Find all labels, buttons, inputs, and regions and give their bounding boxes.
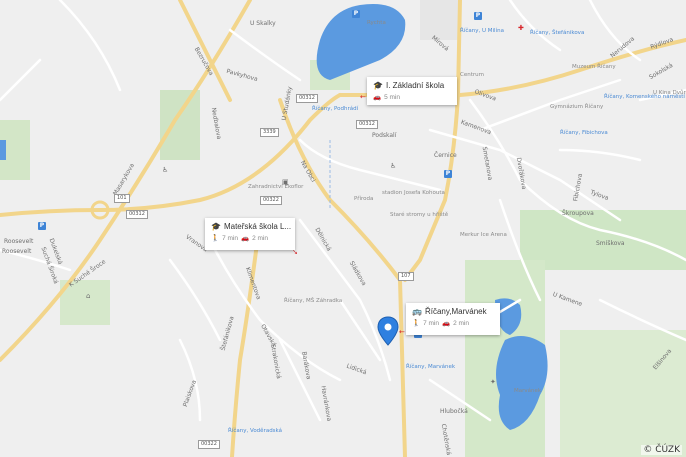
school-icon: 🎓	[211, 222, 221, 231]
poi-label: Muzeum Říčany	[572, 64, 616, 70]
accessibility-icon: ♿	[162, 166, 169, 174]
shop-icon: ▣	[282, 178, 289, 186]
house-icon: ⌂	[86, 292, 91, 300]
walk-icon: 🚶	[211, 235, 220, 242]
poi-label: Marvánek	[514, 388, 542, 394]
card-meta-row: 🚶 7 min 🚗 2 min	[412, 319, 494, 328]
bus-stop-label: Říčany, Marvánek	[406, 364, 456, 370]
card-meta-row: 🚶 7 min 🚗 2 min	[211, 234, 289, 243]
card-title: I. Základní škola	[385, 81, 445, 90]
road-shield: 101	[114, 194, 130, 203]
road-shield: 107	[398, 272, 414, 281]
travel-time: 2 min	[453, 319, 469, 327]
poi-label: Zahradnictví Ekoflor	[248, 184, 304, 190]
poi-label: stadion Josefa Kohouta	[382, 190, 445, 196]
place-card-materska-skola[interactable]: 🎓 Mateřská škola L... 🚶 7 min 🚗 2 min	[205, 218, 295, 250]
bus-stop-label: Říčany, U Milína	[460, 28, 504, 34]
picnic-icon: ✦	[490, 378, 496, 386]
card-title-row: 🚌 Říčany,Marvánek	[412, 307, 494, 316]
card-title: Říčany,Marvánek	[424, 307, 487, 316]
travel-time: 5 min	[384, 93, 400, 101]
card-meta-row: 🚗 5 min	[373, 93, 451, 102]
place-card-marvanek[interactable]: 🚌 Říčany,Marvánek 🚶 7 min 🚗 2 min	[406, 303, 500, 335]
card-title: Mateřská škola L...	[223, 222, 292, 231]
car-icon: 🚗	[442, 320, 451, 327]
poi-label: Centrum	[460, 72, 484, 78]
road-shield: 00312	[356, 120, 378, 129]
poi-label: Gymnázium Říčany	[550, 104, 604, 110]
map-canvas[interactable]: Bezručova Pavkyhova U Skalky Nedbalova U…	[0, 0, 686, 457]
street-label: Podskalí	[372, 132, 397, 139]
bus-stop-label: Říčany, Štefánikova	[530, 30, 585, 36]
hospital-icon: ✚	[518, 24, 524, 32]
map-attribution: © ČÚZK	[641, 445, 682, 455]
street-label: Černice	[434, 152, 457, 159]
parking-icon: P	[474, 12, 482, 20]
school-icon: 🎓	[373, 81, 383, 90]
road-shield: 00312	[126, 210, 148, 219]
parking-icon: P	[38, 222, 46, 230]
road-shield: 00322	[260, 196, 282, 205]
road-shield: 3339	[260, 128, 279, 137]
poi-label: Rychta	[367, 20, 386, 26]
walk-time: 7 min	[423, 319, 439, 327]
walk-icon: 🚶	[412, 320, 421, 327]
place-card-zakladni-skola[interactable]: 🎓 I. Základní škola 🚗 5 min	[367, 77, 457, 105]
travel-time: 2 min	[252, 234, 268, 242]
bus-stop-label: Říčany, Voděradská	[228, 428, 283, 434]
poi-label: Přírodа	[354, 196, 374, 202]
road-shield: 00312	[296, 94, 318, 103]
poi-label: Merkur Ice Arena	[460, 232, 507, 238]
walk-time: 7 min	[222, 234, 238, 242]
street-label: Škroupova	[562, 210, 594, 217]
street-label: Roosevelt	[2, 248, 32, 255]
bus-icon: 🚌	[412, 307, 422, 316]
card-title-row: 🎓 I. Základní škola	[373, 81, 451, 90]
card-title-row: 🎓 Mateřská škola L...	[211, 222, 292, 231]
bus-stop-label: Říčany, Podhrádí	[312, 106, 359, 112]
street-label: Hlubočká	[440, 408, 468, 415]
road-shield: 00322	[198, 440, 220, 449]
accessibility-icon: ♿	[390, 162, 397, 170]
car-icon: 🚗	[241, 235, 250, 242]
parking-icon: P	[444, 170, 452, 178]
location-pin-icon[interactable]	[377, 316, 399, 346]
bus-stop-label: Říčany, Fibichova	[560, 130, 608, 136]
car-icon: 🚗	[373, 94, 382, 101]
parking-icon: P	[352, 10, 360, 18]
poi-label: U Kina Dvůr	[653, 90, 686, 96]
street-label: Roosevelt	[4, 238, 34, 245]
street-label: Smíškova	[596, 240, 625, 247]
poi-label: Říčany, MŠ Záhradka	[284, 298, 343, 304]
card-pointer-icon: ←	[399, 328, 405, 336]
street-label: U Skalky	[250, 20, 276, 27]
card-pointer-icon: ←	[360, 93, 366, 101]
poi-label: Staré stromy u hřiště	[390, 212, 449, 218]
